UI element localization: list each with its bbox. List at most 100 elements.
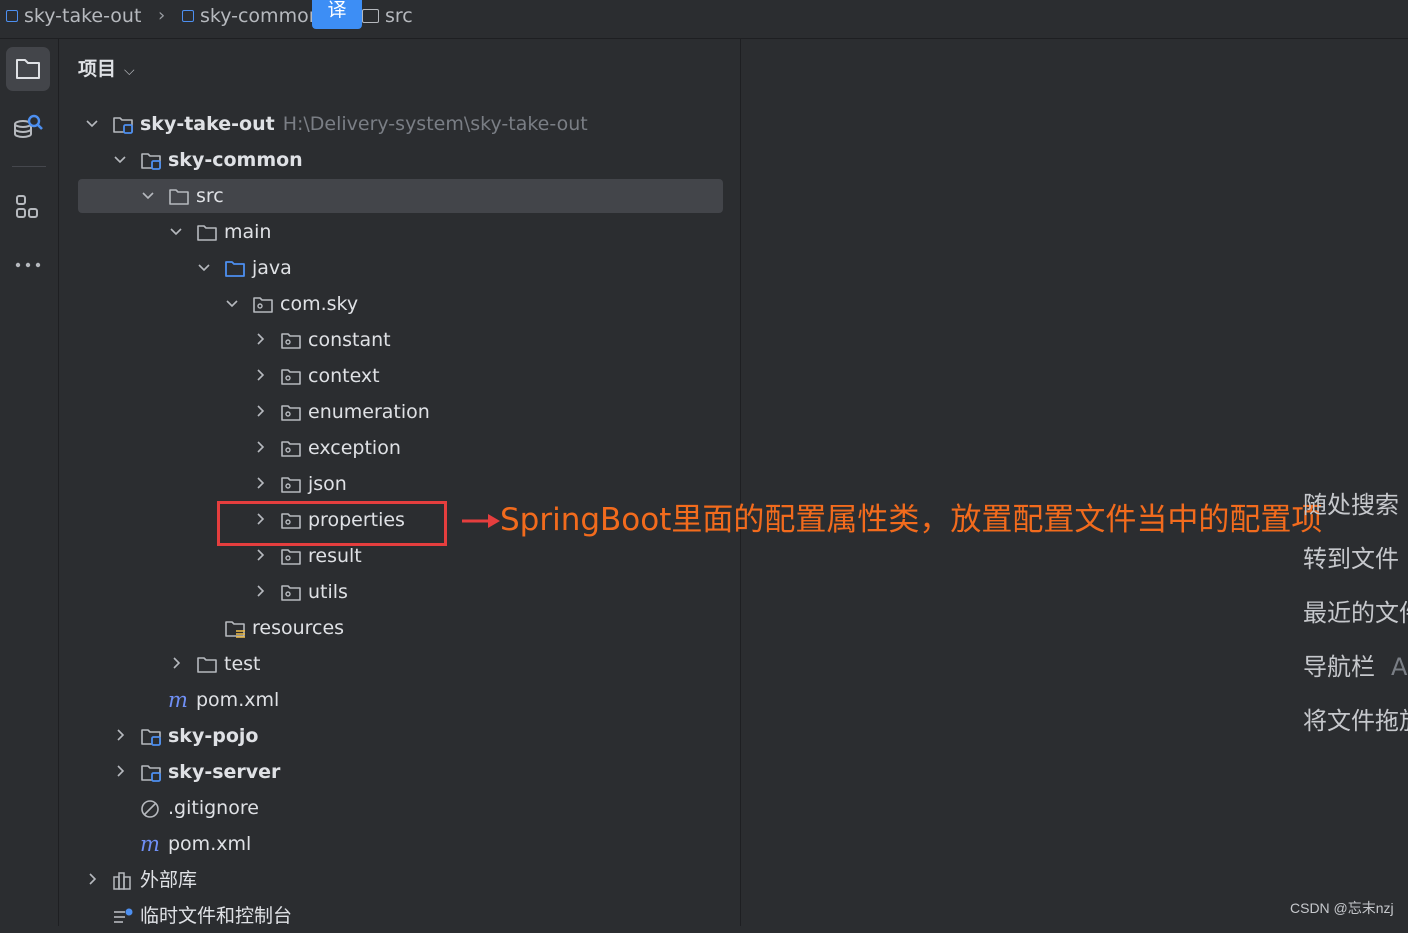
translate-button[interactable]: 译	[312, 0, 362, 29]
tree-row[interactable]: m pom.xml	[78, 683, 723, 717]
highlight-box	[217, 501, 447, 546]
toolstrip-divider	[12, 166, 46, 167]
tree-row[interactable]: constant	[78, 323, 723, 357]
tree-item-name: sky-pojo	[168, 725, 259, 747]
chevron-right-icon[interactable]	[252, 367, 268, 383]
folder-icon	[196, 222, 218, 242]
library-icon	[112, 870, 134, 890]
gitignore-icon	[140, 798, 162, 818]
tree-row[interactable]: src	[78, 179, 723, 213]
tree-row[interactable]: sky-take-out H:\Delivery-system\sky-take-…	[78, 107, 723, 141]
svg-text:m: m	[140, 834, 160, 856]
chevron-right-icon: ›	[158, 5, 166, 26]
tree-item-label: constant	[308, 327, 391, 353]
tree-item-label: src	[196, 183, 224, 209]
tree-item-path: H:\Delivery-system\sky-take-out	[282, 113, 588, 135]
resources-folder-icon	[224, 618, 246, 638]
tree-item-name: result	[308, 545, 362, 567]
tree-row[interactable]: com.sky	[78, 287, 723, 321]
tree-row[interactable]: context	[78, 359, 723, 393]
chevron-down-icon[interactable]	[168, 223, 184, 239]
tree-row[interactable]: sky-pojo	[78, 719, 723, 753]
tree-item-name: 临时文件和控制台	[140, 905, 293, 927]
folder-icon	[196, 654, 218, 674]
chevron-right-icon[interactable]	[252, 403, 268, 419]
tree-row[interactable]: utils	[78, 575, 723, 609]
project-tool-button[interactable]	[6, 47, 50, 91]
tree-row[interactable]: test	[78, 647, 723, 681]
tree-row[interactable]: .gitignore	[78, 791, 723, 825]
chevron-right-icon[interactable]	[168, 655, 184, 671]
tree-item-label: sky-take-out H:\Delivery-system\sky-take-…	[140, 111, 588, 137]
package-icon	[280, 582, 302, 602]
tree-row[interactable]: java	[78, 251, 723, 285]
tree-row[interactable]: sky-server	[78, 755, 723, 789]
module-folder-icon	[140, 726, 162, 746]
tree-row[interactable]: sky-common	[78, 143, 723, 177]
project-panel-title[interactable]: 项目 ⌵	[78, 56, 135, 82]
database-tool-button[interactable]	[6, 107, 50, 151]
tree-item-name: enumeration	[308, 401, 430, 423]
arrow-right-icon	[462, 514, 500, 528]
tree-item-label: sky-common	[168, 147, 303, 173]
module-icon	[182, 10, 194, 22]
module-icon	[6, 10, 18, 22]
source-folder-icon	[224, 258, 246, 278]
tree-item-label: resources	[252, 615, 344, 641]
tree-item-label: result	[308, 543, 362, 569]
chevron-down-icon[interactable]	[112, 151, 128, 167]
more-tool-button[interactable]	[6, 243, 50, 287]
chevron-right-icon[interactable]	[252, 439, 268, 455]
hint-navigation-bar: 导航栏 A	[1303, 650, 1407, 684]
tree-item-label: test	[224, 651, 261, 677]
chevron-down-icon: ⌵	[124, 63, 135, 79]
chevron-right-icon[interactable]	[252, 475, 268, 491]
breadcrumb-label: sky-take-out	[24, 5, 142, 27]
panel-title-label: 项目	[78, 58, 117, 80]
tree-item-label: exception	[308, 435, 401, 461]
hint-label: 将文件拖放	[1303, 707, 1408, 735]
database-search-icon	[14, 114, 43, 138]
tree-row[interactable]: 临时文件和控制台	[78, 899, 723, 933]
package-icon	[280, 438, 302, 458]
chevron-right-icon[interactable]	[112, 763, 128, 779]
chevron-down-icon[interactable]	[224, 295, 240, 311]
folder-icon	[168, 186, 190, 206]
hint-drop-files: 将文件拖放	[1303, 704, 1408, 738]
tree-row[interactable]: enumeration	[78, 395, 723, 429]
breadcrumb-item-module[interactable]: sky-common	[182, 4, 321, 28]
tree-item-name: resources	[252, 617, 345, 639]
chevron-right-icon[interactable]	[252, 583, 268, 599]
structure-tool-button[interactable]	[6, 185, 50, 229]
tree-item-name: .gitignore	[168, 797, 259, 819]
package-icon	[280, 366, 302, 386]
breadcrumb-label: sky-common	[200, 5, 321, 27]
hint-label: 最近的文件	[1303, 599, 1408, 627]
tree-item-name: com.sky	[280, 293, 359, 315]
folder-icon	[362, 9, 379, 23]
breadcrumb-item-src[interactable]: src	[362, 4, 413, 28]
hint-shortcut: A	[1391, 653, 1408, 681]
chevron-right-icon[interactable]	[84, 871, 100, 887]
tree-item-label: pom.xml	[168, 831, 251, 857]
chevron-down-icon[interactable]	[84, 115, 100, 131]
tree-row[interactable]: json	[78, 467, 723, 501]
hint-recent-files: 最近的文件	[1303, 596, 1408, 630]
tree-row[interactable]: exception	[78, 431, 723, 465]
tree-item-label: com.sky	[280, 291, 358, 317]
tree-row[interactable]: main	[78, 215, 723, 249]
chevron-right-icon[interactable]	[252, 331, 268, 347]
chevron-right-icon[interactable]	[112, 727, 128, 743]
tree-item-label: .gitignore	[168, 795, 259, 821]
package-icon	[280, 474, 302, 494]
tree-row[interactable]: 外部库	[78, 863, 723, 897]
scratches-icon	[112, 906, 134, 926]
tree-item-name: main	[224, 221, 272, 243]
tree-item-label: java	[252, 255, 292, 281]
chevron-down-icon[interactable]	[196, 259, 212, 275]
chevron-down-icon[interactable]	[140, 187, 156, 203]
chevron-right-icon[interactable]	[252, 547, 268, 563]
tree-row[interactable]: resources	[78, 611, 723, 645]
tree-row[interactable]: m pom.xml	[78, 827, 723, 861]
breadcrumb-item-root[interactable]: sky-take-out	[6, 4, 141, 28]
